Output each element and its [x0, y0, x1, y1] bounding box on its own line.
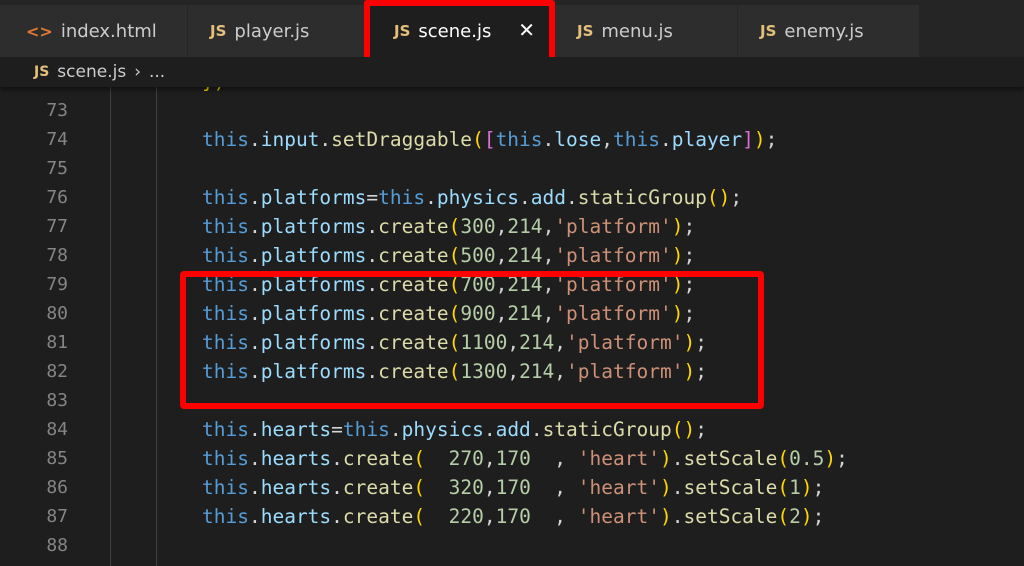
code-line[interactable]: 74 this.input.setDraggable([this.lose,thi…	[0, 125, 1024, 154]
code-line[interactable]: 76 this.platforms=this.physics.add.static…	[0, 183, 1024, 212]
tab-menu-js[interactable]: JS menu.js	[555, 5, 738, 57]
line-number: 80	[46, 303, 68, 324]
line-number: 77	[46, 216, 68, 237]
line-number: 84	[46, 419, 68, 440]
line-number: 82	[46, 361, 68, 382]
code-line[interactable]: 86 this.hearts.create( 320,170 , 'heart')…	[0, 473, 1024, 502]
js-file-icon: JS	[210, 22, 227, 40]
breadcrumb-more[interactable]: ...	[149, 62, 165, 82]
line-number: 78	[46, 245, 68, 266]
tab-label: enemy.js	[784, 20, 864, 42]
js-file-icon: JS	[577, 22, 594, 40]
code-text: this.platforms.create(300,214,'platform'…	[202, 215, 696, 238]
line-number: 81	[46, 332, 68, 353]
code-line[interactable]: 88	[0, 531, 1024, 560]
js-file-icon: JS	[34, 64, 50, 80]
line-number: 85	[46, 448, 68, 469]
code-line[interactable]: 75	[0, 154, 1024, 183]
line-number: 79	[46, 274, 68, 295]
breadcrumb-file[interactable]: scene.js	[57, 62, 126, 82]
tab-label: menu.js	[601, 20, 673, 42]
breadcrumb-separator: ›	[134, 62, 141, 82]
html-file-icon: <>	[26, 21, 53, 41]
code-line[interactable]: 84 this.hearts=this.physics.add.staticGro…	[0, 415, 1024, 444]
line-number: 87	[46, 506, 68, 527]
code-line[interactable]: 85 this.hearts.create( 270,170 , 'heart')…	[0, 444, 1024, 473]
tab-player-js[interactable]: JS player.js	[188, 5, 370, 57]
code-text: this.platforms=this.physics.add.staticGr…	[202, 186, 743, 209]
code-highlight-annotation	[180, 271, 764, 409]
tab-index-html[interactable]: <> index.html	[0, 5, 188, 57]
code-line[interactable]: 73	[0, 96, 1024, 125]
code-line[interactable]: 87 this.hearts.create( 220,170 , 'heart')…	[0, 502, 1024, 531]
line-number: 74	[46, 129, 68, 150]
line-number: 88	[46, 535, 68, 556]
code-line[interactable]: 78 this.platforms.create(500,214,'platfor…	[0, 241, 1024, 270]
code-text: this.hearts.create( 270,170 , 'heart').s…	[202, 447, 848, 470]
line-number: 76	[46, 187, 68, 208]
code-text: this.input.setDraggable([this.lose,this.…	[202, 128, 778, 151]
tab-label: index.html	[60, 20, 157, 42]
tab-label: player.js	[234, 20, 310, 42]
code-text: this.hearts=this.physics.add.staticGroup…	[202, 418, 707, 441]
line-number: 75	[46, 158, 68, 179]
code-text: this.platforms.create(500,214,'platform'…	[202, 244, 696, 267]
line-number: 86	[46, 477, 68, 498]
code-line[interactable]: 77 this.platforms.create(300,214,'platfor…	[0, 212, 1024, 241]
code-text: this.hearts.create( 320,170 , 'heart').s…	[202, 476, 825, 499]
js-file-icon: JS	[760, 22, 777, 40]
line-number: 73	[46, 100, 68, 121]
breadcrumb: JS scene.js › ...	[0, 57, 1024, 87]
code-text: this.hearts.create( 220,170 , 'heart').s…	[202, 505, 825, 528]
line-number: 83	[46, 390, 68, 411]
tab-enemy-js[interactable]: JS enemy.js	[738, 5, 920, 57]
